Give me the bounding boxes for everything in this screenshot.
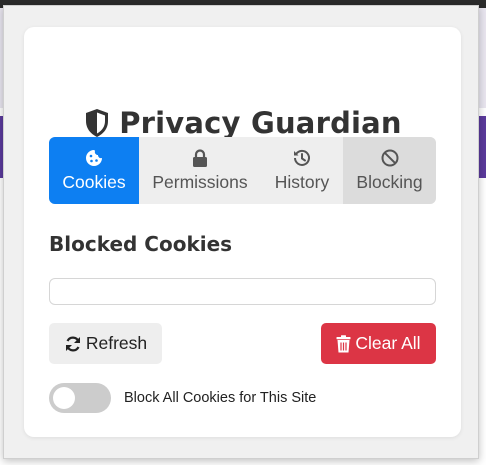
block-all-toggle-row: Block All Cookies for This Site bbox=[49, 383, 316, 413]
refresh-button[interactable]: Refresh bbox=[49, 323, 162, 364]
refresh-icon bbox=[64, 335, 82, 353]
history-icon bbox=[293, 148, 311, 168]
block-all-cookies-toggle[interactable] bbox=[49, 383, 111, 413]
shield-icon bbox=[83, 107, 111, 139]
refresh-button-label: Refresh bbox=[85, 333, 148, 353]
tab-bar: Cookies Permissions History Blocking bbox=[49, 137, 436, 204]
tab-history[interactable]: History bbox=[261, 137, 343, 204]
section-heading: Blocked Cookies bbox=[49, 232, 233, 256]
tab-permissions[interactable]: Permissions bbox=[139, 137, 261, 204]
trash-icon bbox=[336, 334, 351, 353]
toggle-knob bbox=[53, 387, 75, 409]
clear-all-button[interactable]: Clear All bbox=[321, 323, 436, 364]
ban-icon bbox=[381, 148, 399, 168]
tab-cookies-label: Cookies bbox=[62, 172, 126, 192]
blocked-cookies-list[interactable] bbox=[49, 278, 436, 305]
tab-blocking-label: Blocking bbox=[356, 172, 423, 192]
tab-history-label: History bbox=[274, 172, 330, 192]
tab-cookies[interactable]: Cookies bbox=[49, 137, 139, 204]
page-title: Privacy Guardian bbox=[119, 106, 402, 140]
cookie-icon bbox=[85, 148, 103, 168]
lock-icon bbox=[192, 148, 208, 168]
popup-card: Privacy Guardian Cookies Permissions His… bbox=[24, 27, 461, 437]
tab-blocking[interactable]: Blocking bbox=[343, 137, 436, 204]
clear-all-button-label: Clear All bbox=[355, 333, 421, 353]
block-all-cookies-label: Block All Cookies for This Site bbox=[124, 390, 317, 406]
tab-permissions-label: Permissions bbox=[152, 172, 248, 192]
